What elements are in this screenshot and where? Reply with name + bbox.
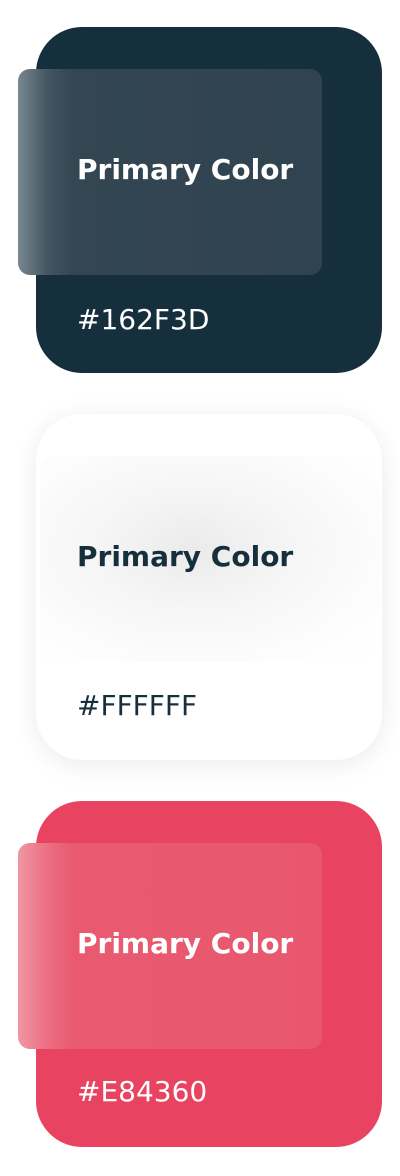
swatch-hex-code: #FFFFFF [77, 689, 198, 722]
swatch-title: Primary Color [77, 153, 294, 186]
swatch-title: Primary Color [77, 540, 294, 573]
swatch-hex-code: #162F3D [77, 303, 210, 336]
swatch-title: Primary Color [77, 927, 294, 960]
swatch-hex-code: #E84360 [77, 1075, 208, 1108]
